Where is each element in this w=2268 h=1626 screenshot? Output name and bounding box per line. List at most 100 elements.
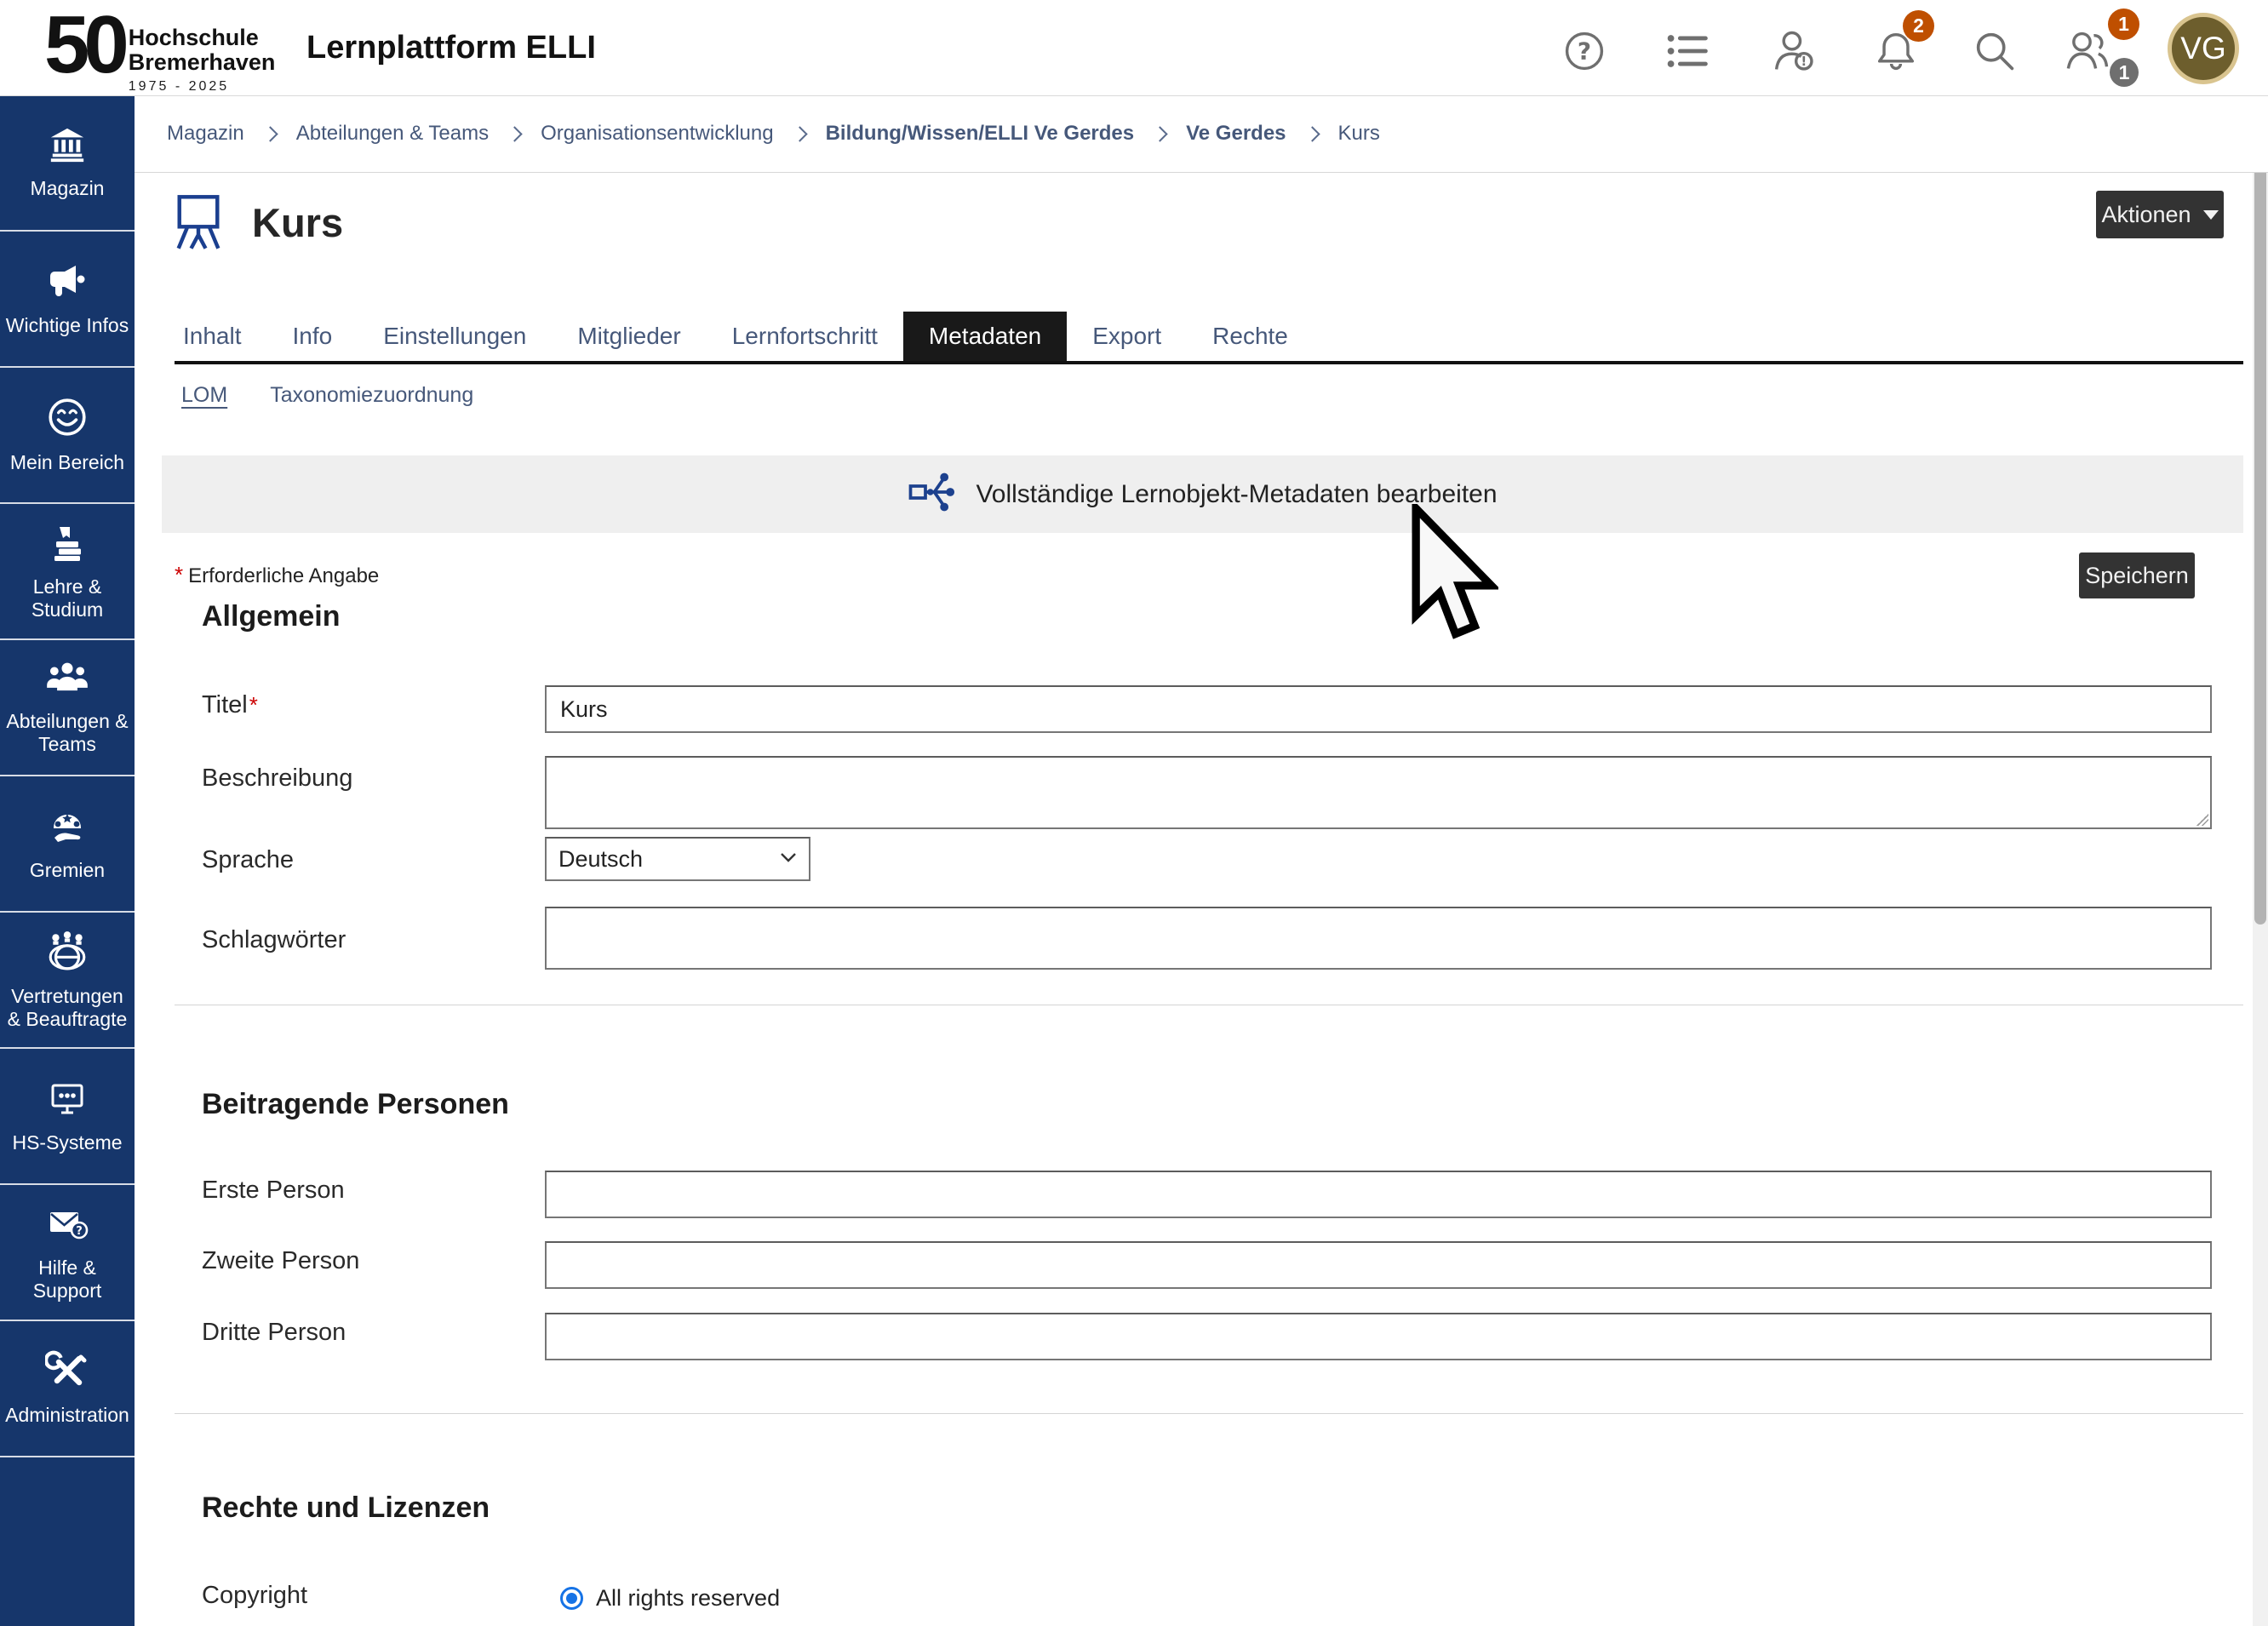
sidebar-item-hs-systeme[interactable]: HS-Systeme bbox=[0, 1049, 135, 1185]
tab-inhalt[interactable]: Inhalt bbox=[175, 312, 267, 361]
people-group-icon bbox=[45, 660, 89, 701]
smiley-icon bbox=[46, 396, 89, 443]
chevron-right-icon bbox=[262, 126, 278, 141]
sidebar: Magazin Wichtige Infos Mein Bereich Lehr… bbox=[0, 95, 135, 1626]
vertical-scrollbar-track[interactable] bbox=[2253, 95, 2268, 1626]
sidebar-item-magazin[interactable]: Magazin bbox=[0, 95, 135, 232]
metadata-hub-icon bbox=[908, 468, 955, 520]
titel-input[interactable] bbox=[545, 685, 2212, 733]
tab-mitglieder[interactable]: Mitglieder bbox=[552, 312, 706, 361]
tools-icon bbox=[45, 1350, 89, 1395]
books-icon bbox=[45, 522, 89, 567]
tab-info[interactable]: Info bbox=[267, 312, 358, 361]
vertical-scrollbar-thumb[interactable] bbox=[2254, 107, 2266, 925]
megaphone-icon bbox=[45, 261, 89, 306]
chevron-right-icon bbox=[507, 126, 522, 141]
zweite-person-label: Zweite Person bbox=[202, 1247, 359, 1275]
sidebar-item-administration[interactable]: Administration bbox=[0, 1321, 135, 1457]
logo-name-line2: Bremerhaven bbox=[129, 50, 276, 75]
beschreibung-label: Beschreibung bbox=[202, 764, 352, 793]
breadcrumb-item-kurs[interactable]: Kurs bbox=[1338, 122, 1380, 146]
search-icon[interactable] bbox=[1970, 26, 2019, 76]
tab-lernfortschritt[interactable]: Lernfortschritt bbox=[707, 312, 903, 361]
contacts-badge-top: 1 bbox=[2108, 9, 2139, 40]
help-icon[interactable]: ? bbox=[1560, 26, 1609, 76]
section-heading-allgemein: Allgemein bbox=[202, 600, 340, 633]
titel-label: Titel* bbox=[202, 691, 263, 719]
required-field-note: *Erforderliche Angabe bbox=[175, 562, 379, 588]
top-header-bar: 50 Hochschule Bremerhaven 1975 - 2025 Le… bbox=[0, 0, 2268, 96]
svg-text:!: ! bbox=[1801, 54, 1807, 69]
dritte-person-label: Dritte Person bbox=[202, 1319, 346, 1347]
sidebar-item-wichtige-infos[interactable]: Wichtige Infos bbox=[0, 232, 135, 368]
app-title: Lernplattform ELLI bbox=[306, 0, 596, 95]
dritte-person-input[interactable] bbox=[545, 1313, 2212, 1360]
bank-icon bbox=[45, 125, 89, 169]
breadcrumb-item-organisationsentwicklung[interactable]: Organisationsentwicklung bbox=[541, 122, 773, 146]
breadcrumb-item-bildung-wissen[interactable]: Bildung/Wissen/ELLI Ve Gerdes bbox=[826, 122, 1135, 146]
breadcrumb-item-ve-gerdes[interactable]: Ve Gerdes bbox=[1186, 122, 1286, 146]
svg-text:?: ? bbox=[76, 1225, 83, 1238]
zweite-person-input[interactable] bbox=[545, 1241, 2212, 1289]
sidebar-item-abteilungen-teams[interactable]: Abteilungen & Teams bbox=[0, 640, 135, 776]
schlagwoerter-label: Schlagwörter bbox=[202, 926, 346, 954]
subtab-lom[interactable]: LOM bbox=[181, 383, 227, 408]
schlagwoerter-input[interactable] bbox=[545, 907, 2212, 970]
assembly-icon bbox=[45, 805, 89, 850]
sidebar-item-mein-bereich[interactable]: Mein Bereich bbox=[0, 368, 135, 504]
chevron-right-icon bbox=[792, 126, 807, 141]
monitor-icon bbox=[45, 1078, 89, 1123]
required-asterisk: * bbox=[249, 692, 258, 718]
radio-selected-dot bbox=[566, 1593, 577, 1604]
page-title: Kurs bbox=[252, 189, 343, 257]
tab-metadaten[interactable]: Metadaten bbox=[903, 312, 1067, 361]
user-status-icon[interactable]: ! bbox=[1769, 26, 1818, 76]
tab-bar: Inhalt Info Einstellungen Mitglieder Ler… bbox=[175, 312, 2243, 364]
tab-rechte[interactable]: Rechte bbox=[1187, 312, 1314, 361]
copyright-option-label: All rights reserved bbox=[596, 1587, 780, 1610]
copyright-radio[interactable] bbox=[560, 1587, 583, 1610]
subtab-bar: LOM Taxonomiezuordnung bbox=[181, 383, 473, 408]
chevron-right-icon bbox=[1152, 126, 1167, 141]
course-easel-icon bbox=[169, 187, 228, 261]
erste-person-label: Erste Person bbox=[202, 1177, 345, 1205]
tab-export[interactable]: Export bbox=[1067, 312, 1187, 361]
breadcrumb-item-magazin[interactable]: Magazin bbox=[167, 122, 244, 146]
sprache-label: Sprache bbox=[202, 846, 294, 874]
subtab-taxonomiezuordnung[interactable]: Taxonomiezuordnung bbox=[270, 383, 473, 408]
actions-button[interactable]: Aktionen bbox=[2096, 191, 2224, 238]
section-heading-beitragende: Beitragende Personen bbox=[202, 1088, 509, 1121]
section-heading-rechte: Rechte und Lizenzen bbox=[202, 1491, 490, 1525]
erste-person-input[interactable] bbox=[545, 1171, 2212, 1218]
university-logo[interactable]: 50 Hochschule Bremerhaven 1975 - 2025 bbox=[44, 3, 275, 94]
contacts-icon[interactable] bbox=[2064, 26, 2113, 76]
mail-question-icon: ? bbox=[45, 1203, 89, 1248]
save-button[interactable]: Speichern bbox=[2079, 552, 2195, 598]
chevron-right-icon bbox=[1304, 126, 1320, 141]
tab-einstellungen[interactable]: Einstellungen bbox=[358, 312, 552, 361]
list-menu-icon[interactable] bbox=[1664, 26, 1713, 76]
globe-people-icon bbox=[45, 930, 89, 976]
sprache-select[interactable]: Deutsch bbox=[545, 837, 810, 881]
logo-name-line1: Hochschule bbox=[129, 26, 276, 50]
bell-badge: 2 bbox=[1903, 10, 1934, 42]
logo-50: 50 bbox=[44, 3, 123, 87]
breadcrumb: Magazin Abteilungen & Teams Organisation… bbox=[135, 95, 2268, 173]
section-divider bbox=[175, 1413, 2243, 1414]
sidebar-item-gremien[interactable]: Gremien bbox=[0, 776, 135, 913]
caret-down-icon bbox=[2203, 210, 2219, 220]
sidebar-item-hilfe-support[interactable]: ? Hilfe & Support bbox=[0, 1185, 135, 1321]
copyright-label: Copyright bbox=[202, 1582, 307, 1610]
sidebar-item-vertretungen[interactable]: Vertretungen & Beauftragte bbox=[0, 913, 135, 1049]
sidebar-item-lehre-studium[interactable]: Lehre & Studium bbox=[0, 504, 135, 640]
logo-anniversary: 1975 - 2025 bbox=[129, 79, 276, 94]
app-root: 50 Hochschule Bremerhaven 1975 - 2025 Le… bbox=[0, 0, 2268, 1626]
resize-grip-icon[interactable] bbox=[2196, 814, 2208, 826]
breadcrumb-item-abteilungen[interactable]: Abteilungen & Teams bbox=[296, 122, 489, 146]
beschreibung-textarea[interactable] bbox=[545, 756, 2212, 829]
avatar[interactable]: VG bbox=[2168, 13, 2239, 84]
contacts-badge-bottom: 1 bbox=[2110, 58, 2139, 87]
chevron-down-icon bbox=[780, 851, 797, 867]
edit-full-metadata-banner[interactable]: Vollständige Lernobjekt-Metadaten bearbe… bbox=[162, 455, 2243, 533]
svg-text:?: ? bbox=[1578, 37, 1591, 66]
